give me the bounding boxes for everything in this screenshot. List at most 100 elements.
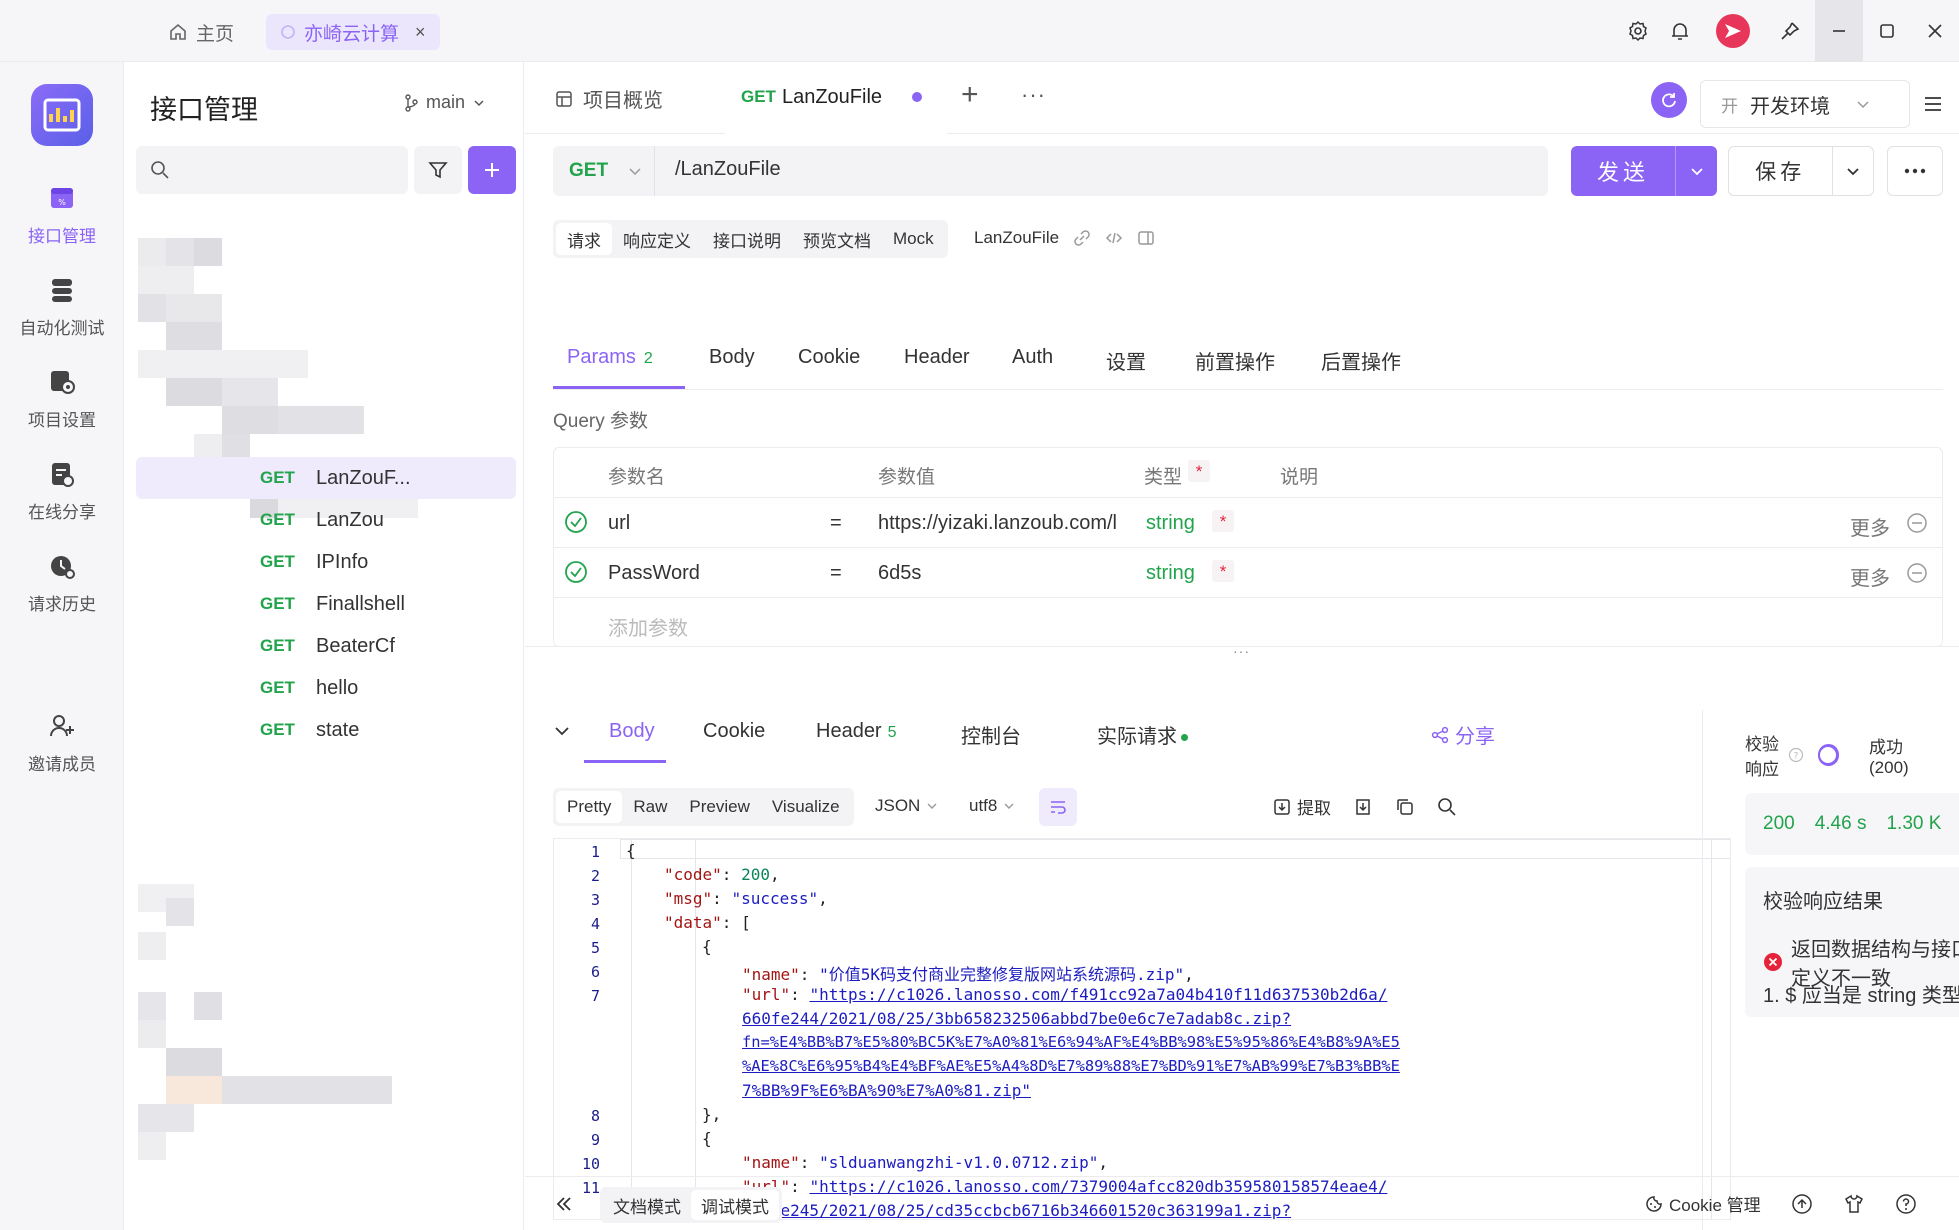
api-list-item[interactable]: GET state — [136, 709, 516, 751]
help-icon[interactable]: ? — [1788, 747, 1804, 763]
encoding-select[interactable]: utf8 — [969, 796, 1015, 816]
debug-mode-button[interactable]: 调试模式 — [691, 1190, 779, 1220]
resp-tab-body[interactable]: Body — [609, 720, 655, 743]
share-button[interactable]: 分享 — [1431, 720, 1495, 749]
format-preview[interactable]: Preview — [678, 791, 760, 823]
url-input[interactable]: /LanZouFile — [675, 158, 781, 181]
help-icon[interactable] — [1895, 1193, 1917, 1215]
param-type[interactable]: string — [1146, 512, 1195, 535]
new-tab-button[interactable]: + — [961, 78, 979, 112]
doc-tab-request[interactable]: 请求 — [556, 223, 612, 255]
add-param-row[interactable]: 添加参数 — [554, 598, 1942, 648]
more-actions-button[interactable] — [1887, 146, 1943, 196]
tab-auth[interactable]: Auth — [1012, 346, 1053, 369]
wrap-lines-button[interactable] — [1039, 788, 1077, 826]
sidebar-search-input[interactable] — [136, 146, 408, 194]
tab-header[interactable]: Header — [904, 346, 970, 369]
bell-icon[interactable] — [1659, 0, 1701, 62]
menu-button[interactable] — [1915, 80, 1951, 128]
param-more[interactable]: 更多 — [1850, 512, 1890, 541]
param-more[interactable]: 更多 — [1850, 562, 1890, 591]
filter-button[interactable] — [414, 146, 462, 194]
remove-icon[interactable] — [1906, 562, 1928, 584]
tab-cookie[interactable]: Cookie — [798, 346, 860, 369]
doc-tab-mock[interactable]: Mock — [882, 223, 945, 255]
param-name[interactable]: url — [608, 512, 630, 535]
doc-tab-preview[interactable]: 预览文档 — [792, 223, 882, 255]
send-button[interactable]: 发送 — [1571, 146, 1717, 196]
send-dropdown[interactable] — [1675, 146, 1717, 196]
table-row[interactable]: url = https://yizaki.lanzoub.com/l strin… — [554, 498, 1942, 548]
api-list-item[interactable]: GET BeaterCf — [136, 625, 516, 667]
add-api-button[interactable] — [468, 146, 516, 194]
response-body-code[interactable]: 1 2 3 4 5 6 7 8 9 10 11 { "code": 200, "… — [553, 838, 1731, 1220]
split-divider[interactable]: ··· — [525, 643, 1959, 659]
settings-icon[interactable] — [1617, 0, 1659, 62]
check-icon[interactable] — [564, 560, 588, 584]
format-pretty[interactable]: Pretty — [556, 791, 623, 823]
param-value[interactable]: 6d5s — [878, 562, 921, 585]
table-row[interactable]: PassWord = 6d5s string * 更多 — [554, 548, 1942, 598]
tab-more-button[interactable]: ··· — [1021, 82, 1046, 108]
minimize-button[interactable] — [1815, 0, 1863, 62]
param-value[interactable]: https://yizaki.lanzoub.com/l — [878, 512, 1134, 535]
add-param-placeholder[interactable]: 添加参数 — [608, 612, 688, 641]
code-line-wrap[interactable]: 660fe244/2021/08/25/3bb658232506abbd7be0… — [742, 1009, 1291, 1028]
tab-lanzoufile[interactable]: GET LanZouFile — [725, 62, 947, 134]
api-list-item[interactable]: GET hello — [136, 667, 516, 709]
remove-icon[interactable] — [1906, 512, 1928, 534]
doc-tab-description[interactable]: 接口说明 — [702, 223, 792, 255]
download-icon[interactable] — [1353, 797, 1373, 817]
save-button[interactable]: 保存 — [1728, 146, 1874, 196]
collapse-icon[interactable] — [553, 722, 571, 740]
code-line-wrap[interactable]: %AE%8C%E6%95%B4%E4%BF%AE%E5%A4%8D%E7%89%… — [742, 1057, 1400, 1075]
project-tab[interactable]: 亦崎云计算 × — [266, 14, 440, 50]
rail-item-project-settings[interactable]: 项目设置 — [0, 368, 124, 431]
cookie-manager-button[interactable]: Cookie 管理 — [1645, 1191, 1761, 1216]
rail-item-invite[interactable]: 邀请成员 — [0, 712, 124, 775]
rail-item-online-share[interactable]: 在线分享 — [0, 460, 124, 523]
json-select[interactable]: JSON — [875, 796, 938, 816]
format-raw[interactable]: Raw — [622, 791, 678, 823]
api-list-item[interactable]: GET Finallshell — [136, 583, 516, 625]
app-logo[interactable] — [31, 84, 93, 146]
save-dropdown[interactable] — [1831, 147, 1873, 195]
api-list-item[interactable]: GET LanZou — [136, 499, 516, 541]
tab-params[interactable]: Params 2 — [567, 346, 653, 369]
code-line-wrap[interactable]: fn=%E4%BB%B7%E5%80%BC5K%E7%A0%81%E6%94%A… — [742, 1033, 1400, 1051]
pin-icon[interactable] — [1765, 0, 1815, 62]
maximize-button[interactable] — [1863, 0, 1911, 62]
close-window-button[interactable] — [1911, 0, 1959, 62]
sync-button[interactable] — [1651, 82, 1687, 118]
extract-button[interactable]: 提取 — [1273, 794, 1331, 819]
tab-body[interactable]: Body — [709, 346, 755, 369]
validation-status[interactable]: 成功 (200) — [1869, 733, 1910, 778]
upload-icon[interactable] — [1791, 1193, 1813, 1215]
doc-mode-button[interactable]: 文档模式 — [603, 1190, 691, 1220]
avatar[interactable] — [1701, 0, 1765, 62]
code-line-wrap[interactable]: 7%BB%9F%E6%BA%90%E7%A0%81.zip" — [742, 1081, 1031, 1100]
api-list-item[interactable]: GET IPInfo — [136, 541, 516, 583]
format-visualize[interactable]: Visualize — [761, 791, 851, 823]
tab-overview[interactable]: 项目概览 — [555, 84, 663, 113]
tab-pre-ops[interactable]: 前置操作 — [1195, 346, 1275, 375]
rail-item-automation[interactable]: 自动化测试 — [0, 276, 124, 339]
validation-toggle[interactable] — [1818, 744, 1840, 766]
resp-tab-cookie[interactable]: Cookie — [703, 720, 765, 743]
resp-tab-actual-request[interactable]: 实际请求 — [1097, 720, 1188, 749]
copy-icon[interactable] — [1395, 797, 1415, 817]
code-icon[interactable] — [1105, 229, 1123, 247]
resp-tab-console[interactable]: 控制台 — [961, 720, 1021, 749]
resp-tab-header[interactable]: Header 5 — [816, 720, 897, 743]
collapse-sidebar-icon[interactable] — [553, 1193, 575, 1215]
api-list-item[interactable]: GET LanZouF... — [136, 457, 516, 499]
environment-selector[interactable]: 开 开发环境 — [1700, 80, 1910, 128]
split-view-icon[interactable] — [1137, 229, 1155, 247]
tab-settings[interactable]: 设置 — [1106, 346, 1146, 375]
param-type[interactable]: string — [1146, 562, 1195, 585]
check-icon[interactable] — [564, 510, 588, 534]
home-tab[interactable]: 主页 — [160, 14, 242, 50]
param-name[interactable]: PassWord — [608, 562, 700, 585]
shirt-icon[interactable] — [1843, 1193, 1865, 1215]
link-icon[interactable] — [1073, 229, 1091, 247]
